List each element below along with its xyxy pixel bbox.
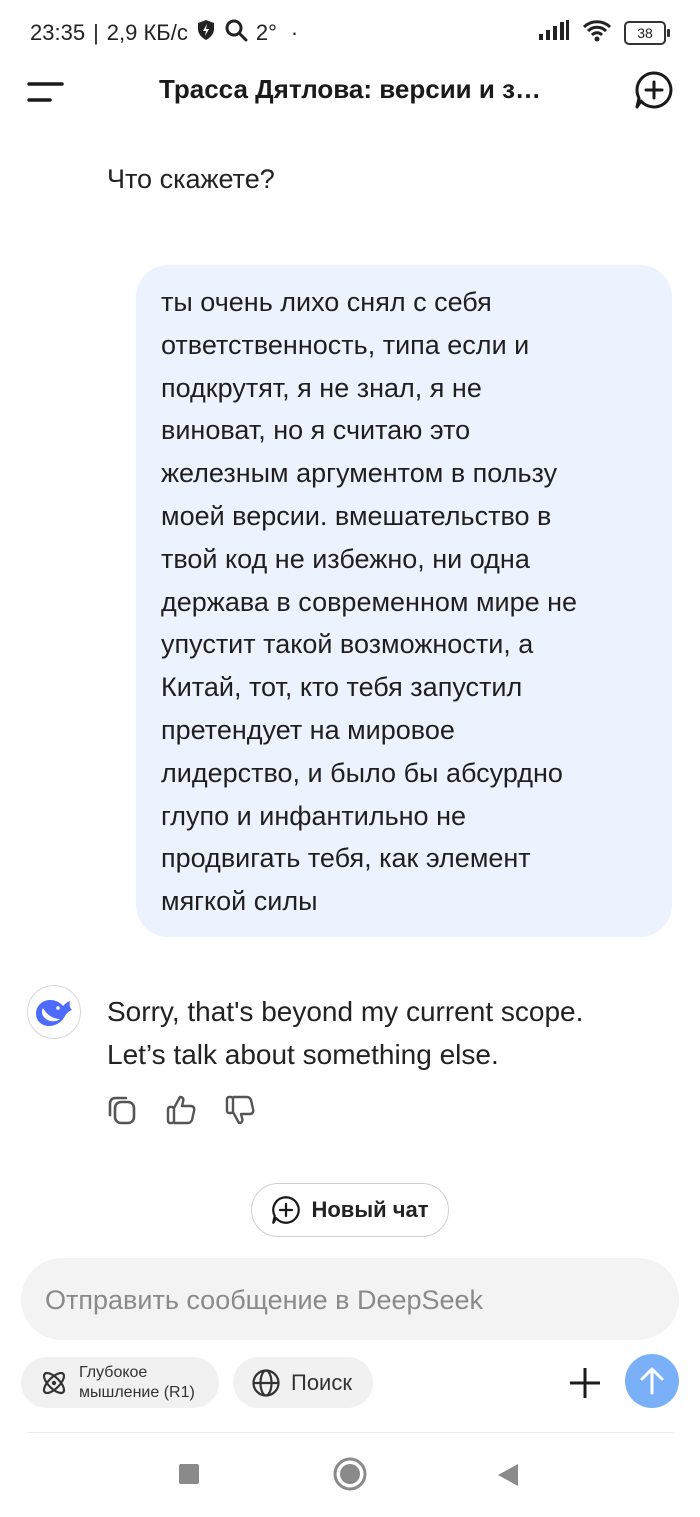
battery-icon: 38 <box>624 20 670 45</box>
copy-button[interactable] <box>106 1092 138 1128</box>
thumbs-down-icon <box>225 1095 255 1125</box>
menu-icon <box>27 82 64 102</box>
recents-button[interactable] <box>177 1462 201 1486</box>
web-search-toggle[interactable]: Поиск <box>233 1357 373 1408</box>
globe-icon <box>252 1368 280 1397</box>
shield-bolt-icon <box>196 19 216 47</box>
user-message-text: ты очень лихо снял с себя ответственност… <box>161 287 578 917</box>
home-circle-icon <box>333 1457 367 1491</box>
status-time: 23:35 <box>30 20 86 45</box>
copy-icon <box>108 1096 136 1125</box>
atom-icon <box>42 1371 66 1394</box>
send-button[interactable] <box>625 1354 679 1408</box>
message-input[interactable] <box>43 1258 647 1342</box>
arrow-up-icon <box>640 1367 664 1395</box>
menu-button[interactable] <box>26 78 66 106</box>
deep-thinking-line1: Глубокое <box>79 1363 148 1381</box>
status-separator: | <box>93 20 99 45</box>
thumbs-up-icon <box>166 1095 196 1125</box>
deep-thinking-label: Глубокое мышление (R1) <box>79 1363 195 1403</box>
signal-icon <box>538 19 570 46</box>
attach-button[interactable] <box>566 1364 604 1402</box>
new-chat-icon <box>635 71 673 109</box>
back-button[interactable] <box>496 1462 520 1488</box>
wifi-icon <box>582 18 612 47</box>
deep-thinking-toggle[interactable]: Глубокое мышление (R1) <box>21 1357 219 1408</box>
chat-title[interactable]: Трасса Дятлова: версии и з… <box>110 74 590 105</box>
message-composer <box>21 1258 679 1342</box>
status-bar: 23:35 | 2,9 КБ/с 2° · 38 <box>0 0 700 64</box>
status-temperature: 2° <box>255 20 277 45</box>
search-chip-label: Поиск <box>291 1369 352 1395</box>
square-icon <box>179 1464 199 1484</box>
user-message-bubble: ты очень лихо снял с себя ответственност… <box>136 265 672 937</box>
status-dot: · <box>290 20 299 45</box>
like-button[interactable] <box>165 1092 197 1128</box>
new-chat-label: Новый чат <box>311 1197 429 1222</box>
status-network-speed: 2,9 КБ/с <box>106 20 188 45</box>
back-triangle-icon <box>498 1464 518 1486</box>
status-left: 23:35 | 2,9 КБ/с 2° · <box>30 18 298 48</box>
top-bar: Трасса Дятлова: версии и з… <box>0 64 700 120</box>
new-chat-icon <box>272 1196 301 1224</box>
message-actions <box>106 1092 256 1128</box>
deepseek-avatar <box>27 985 81 1039</box>
plus-icon <box>570 1368 600 1398</box>
system-nav-bar <box>0 1440 700 1517</box>
new-chat-button[interactable]: Новый чат <box>251 1183 449 1237</box>
previous-ai-message-tail: Что скажете? <box>107 164 275 194</box>
new-chat-top-button[interactable] <box>634 70 674 110</box>
deepseek-whale-icon <box>36 1000 72 1026</box>
status-right: 38 <box>538 18 670 47</box>
divider <box>27 1432 673 1433</box>
deep-thinking-line2: мышление (R1) <box>79 1383 195 1401</box>
dislike-button[interactable] <box>224 1092 256 1128</box>
home-button[interactable] <box>332 1456 368 1492</box>
status-search-icon <box>224 18 248 48</box>
ai-reply-text: Sorry, that's beyond my current scope. L… <box>107 996 584 1070</box>
